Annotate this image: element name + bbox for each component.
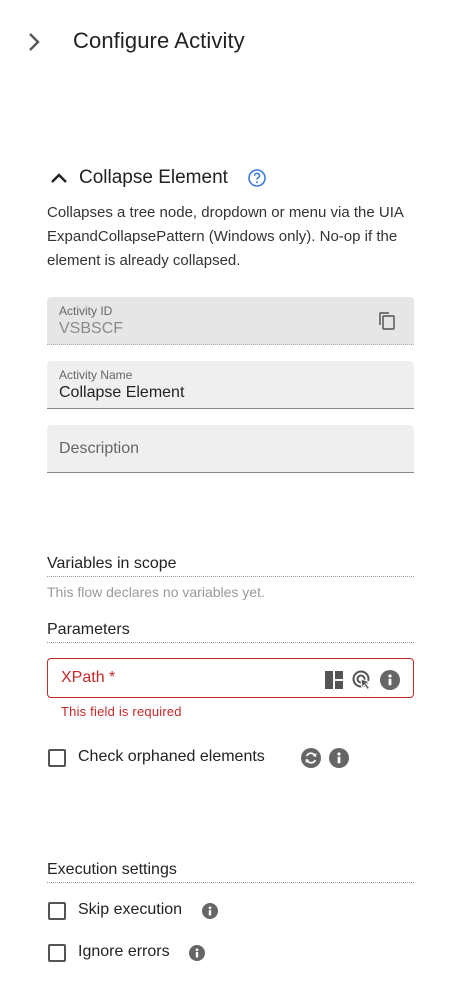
activity-name-input[interactable] xyxy=(59,384,359,402)
page-title: Configure Activity xyxy=(73,28,245,53)
xpath-label: XPath * xyxy=(61,669,116,686)
activity-id-label: Activity ID xyxy=(59,304,113,318)
activity-id-value: VSBSCF xyxy=(59,320,124,337)
ignore-errors-info-icon[interactable] xyxy=(189,945,205,961)
section-description: Collapses a tree node, dropdown or menu … xyxy=(47,204,404,269)
expand-panel-button[interactable] xyxy=(22,30,46,54)
copy-icon[interactable] xyxy=(376,310,398,332)
check-orphaned-checkbox[interactable] xyxy=(48,749,66,767)
check-orphaned-info-icon[interactable] xyxy=(329,748,349,768)
execution-settings-heading: Execution settings xyxy=(47,861,414,883)
section-title: Collapse Element xyxy=(79,167,228,188)
description-field[interactable]: Description xyxy=(47,425,414,473)
skip-execution-checkbox[interactable] xyxy=(48,902,66,920)
element-picker-icon[interactable] xyxy=(352,670,372,691)
description-placeholder: Description xyxy=(59,440,140,457)
xpath-error-text: This field is required xyxy=(61,704,182,719)
chevron-up-icon xyxy=(51,173,67,183)
variables-heading: Variables in scope xyxy=(47,555,414,577)
ignore-errors-checkbox[interactable] xyxy=(48,944,66,962)
skip-execution-label: Skip execution xyxy=(78,901,183,918)
activity-id-field: Activity ID VSBSCF xyxy=(47,297,414,345)
ignore-errors-label: Ignore errors xyxy=(78,943,170,960)
parameters-heading: Parameters xyxy=(47,621,414,643)
layout-picker-icon[interactable] xyxy=(324,670,344,690)
xpath-info-icon[interactable] xyxy=(380,670,400,690)
variables-empty-text: This flow declares no variables yet. xyxy=(47,584,265,600)
check-orphaned-label: Check orphaned elements xyxy=(78,748,265,765)
collapse-section-button[interactable] xyxy=(48,167,70,189)
xpath-field[interactable]: XPath * xyxy=(47,658,414,698)
activity-name-field[interactable]: Activity Name xyxy=(47,361,414,409)
chevron-right-icon xyxy=(29,33,40,51)
refresh-icon[interactable] xyxy=(301,748,321,768)
activity-name-label: Activity Name xyxy=(59,368,133,382)
help-circle-icon[interactable] xyxy=(247,168,267,188)
skip-execution-info-icon[interactable] xyxy=(202,903,218,919)
